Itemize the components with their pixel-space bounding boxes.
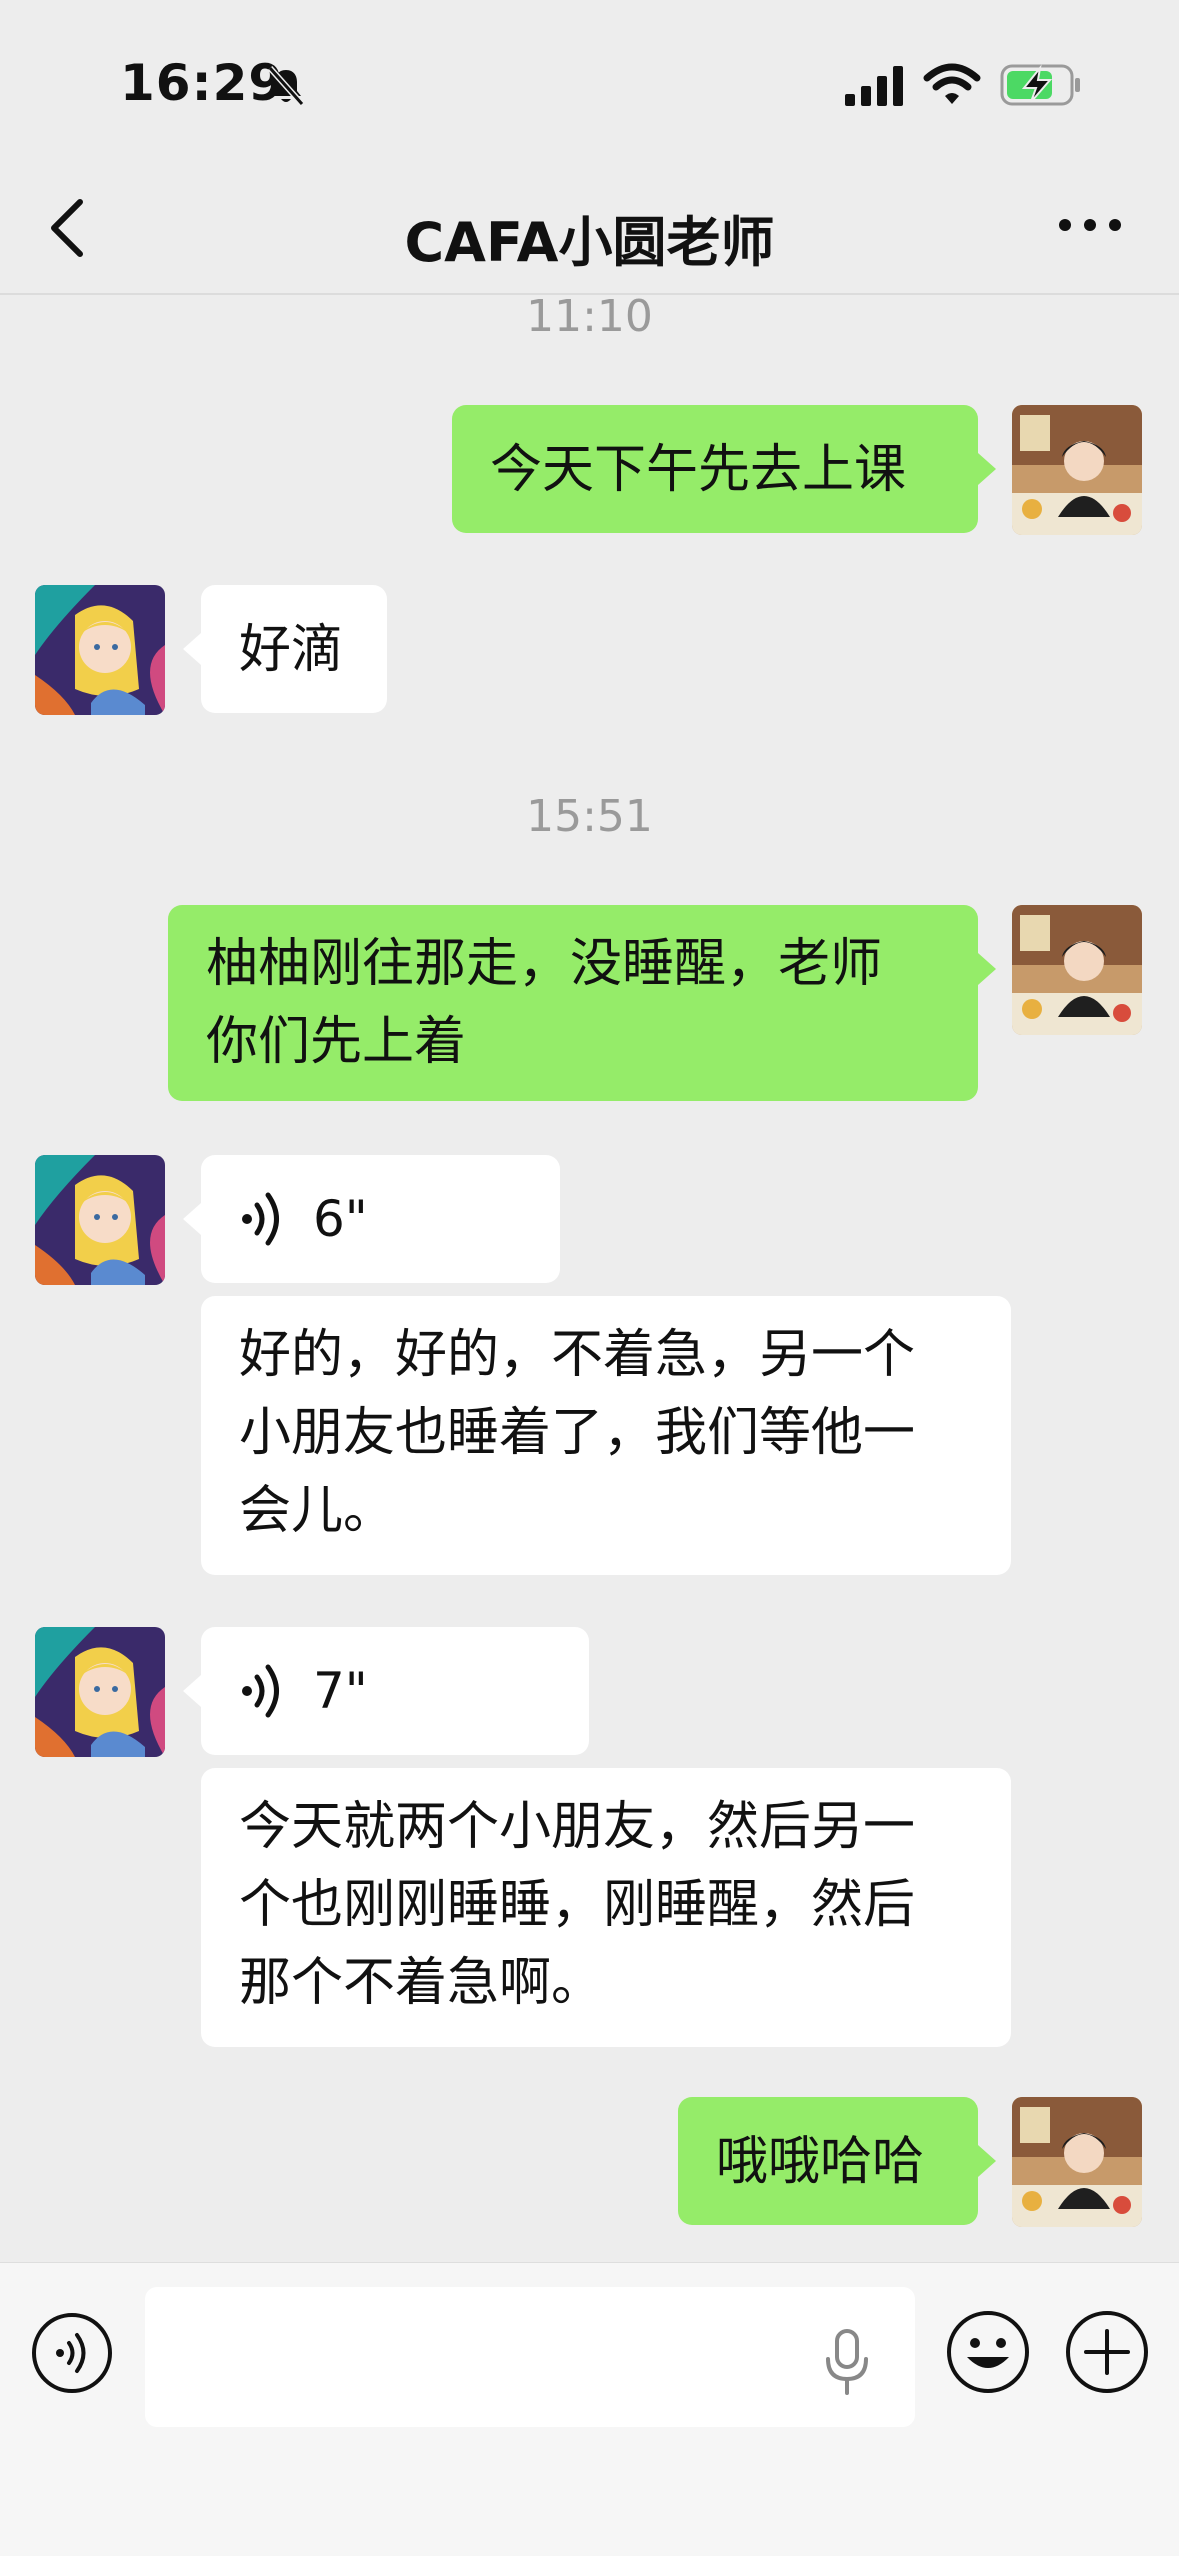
contact-avatar-image xyxy=(35,1627,165,1757)
message-text: 好滴 xyxy=(239,620,344,680)
voice-wave-icon xyxy=(242,1192,279,1246)
message-text-line: 好的，好的，不着急，另一个 xyxy=(239,1325,916,1385)
my-avatar-image xyxy=(1012,2097,1142,2227)
message-text: 哦哦哈哈 xyxy=(716,2132,925,2192)
contact-avatar-image xyxy=(35,585,165,715)
mute-bell-icon xyxy=(267,66,305,106)
contact-avatar[interactable] xyxy=(35,585,165,715)
timestamp: 15:51 xyxy=(526,791,653,842)
message-input[interactable] xyxy=(145,2287,915,2427)
status-time: 16:29 xyxy=(120,54,285,112)
microphone-icon[interactable] xyxy=(822,2327,872,2397)
message-text: 今天下午先去上课 xyxy=(490,440,907,500)
message-text-line: 你们先上着 xyxy=(206,1012,467,1072)
contact-avatar[interactable] xyxy=(35,1627,165,1757)
message-text-line: 柚柚刚往那走，没睡醒，老师 xyxy=(206,934,883,994)
my-message-bubble[interactable]: 今天下午先去上课 xyxy=(452,405,996,533)
nav-bar: CAFA小圆老师 xyxy=(0,170,1179,295)
my-message-bubble[interactable]: 柚柚刚往那走，没睡醒，老师 你们先上着 xyxy=(168,905,996,1101)
voice-transcript-bubble[interactable]: 好的，好的，不着急，另一个 小朋友也睡着了，我们等他一 会儿。 xyxy=(201,1296,1011,1575)
signal-icon xyxy=(845,66,903,106)
message-text-line: 今天就两个小朋友，然后另一 xyxy=(239,1797,916,1857)
battery-charging-icon xyxy=(1000,64,1080,106)
emoji-icon[interactable] xyxy=(945,2309,1031,2395)
my-avatar-image xyxy=(1012,905,1142,1035)
plus-icon[interactable] xyxy=(1064,2309,1150,2395)
voice-toggle-icon[interactable] xyxy=(30,2311,114,2395)
voice-duration: 6" xyxy=(313,1190,368,1248)
voice-message-bubble[interactable]: 7" xyxy=(183,1627,589,1755)
message-text-line: 那个不着急啊。 xyxy=(239,1953,604,2013)
my-avatar[interactable] xyxy=(1012,405,1142,535)
voice-wave-icon xyxy=(242,1664,279,1718)
my-avatar-image xyxy=(1012,405,1142,535)
voice-message-bubble[interactable]: 6" xyxy=(183,1155,560,1283)
more-icon[interactable] xyxy=(1055,210,1125,240)
input-bar xyxy=(0,2262,1179,2556)
message-text-line: 会儿。 xyxy=(239,1481,396,1541)
my-message-bubble[interactable]: 哦哦哈哈 xyxy=(678,2097,996,2225)
contact-message-bubble[interactable]: 好滴 xyxy=(183,585,387,713)
voice-duration: 7" xyxy=(313,1662,368,1720)
chat-title: CAFA小圆老师 xyxy=(404,211,775,274)
chat-screen: 16:29 CAFA小圆老师 11:10 今天下午先去上课 好滴 15:51 柚… xyxy=(0,0,1179,2556)
timestamp: 11:10 xyxy=(526,291,653,342)
contact-avatar-image xyxy=(35,1155,165,1285)
my-avatar[interactable] xyxy=(1012,905,1142,1035)
message-text-line: 个也刚刚睡睡，刚睡醒，然后 xyxy=(239,1875,916,1935)
status-bar: 16:29 xyxy=(0,0,1179,170)
wifi-icon xyxy=(923,63,981,104)
my-avatar[interactable] xyxy=(1012,2097,1142,2227)
contact-avatar[interactable] xyxy=(35,1155,165,1285)
message-text-line: 小朋友也睡着了，我们等他一 xyxy=(239,1403,916,1463)
message-list[interactable]: 11:10 今天下午先去上课 好滴 15:51 柚柚刚往那走，没睡醒，老师 你们… xyxy=(0,291,1179,2265)
voice-transcript-bubble[interactable]: 今天就两个小朋友，然后另一 个也刚刚睡睡，刚睡醒，然后 那个不着急啊。 xyxy=(201,1768,1011,2047)
